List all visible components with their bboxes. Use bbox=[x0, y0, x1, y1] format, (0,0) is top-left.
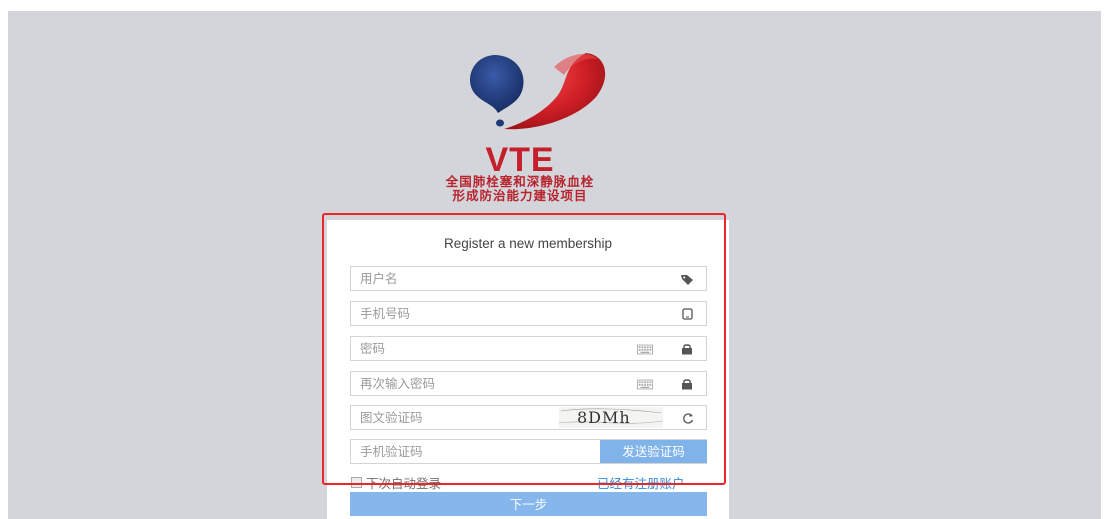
remember-checkbox[interactable] bbox=[351, 476, 362, 488]
captcha-text: 8DMh bbox=[577, 408, 631, 427]
confirm-password-field[interactable] bbox=[350, 371, 707, 396]
phone-field[interactable] bbox=[350, 301, 707, 326]
tag-icon bbox=[679, 271, 695, 287]
captcha-image[interactable]: 8DMh bbox=[559, 407, 663, 428]
phone-input[interactable] bbox=[351, 302, 640, 325]
lock-icon bbox=[679, 376, 695, 392]
brand-name: VTE bbox=[485, 141, 555, 179]
refresh-icon[interactable] bbox=[680, 410, 696, 426]
captcha-field[interactable]: 8DMh bbox=[350, 405, 707, 430]
keyboard-icon[interactable] bbox=[637, 341, 653, 357]
password-field[interactable] bbox=[350, 336, 707, 361]
captcha-input[interactable] bbox=[351, 406, 550, 429]
project-subtitle-line2: 形成防治能力建设项目 bbox=[452, 188, 588, 203]
mobile-icon bbox=[679, 306, 695, 322]
send-code-button[interactable]: 发送验证码 bbox=[600, 440, 707, 463]
form-title: Register a new membership bbox=[443, 236, 613, 251]
next-step-button[interactable]: 下一步 bbox=[350, 492, 707, 516]
sms-code-field[interactable]: 发送验证码 bbox=[350, 439, 707, 464]
keyboard-icon[interactable] bbox=[637, 376, 653, 392]
remember-label: 下次自动登录 bbox=[366, 476, 442, 491]
project-subtitle-line1: 全国肺栓塞和深静脉血栓 bbox=[445, 174, 595, 189]
username-field[interactable] bbox=[350, 266, 707, 291]
sms-code-input[interactable] bbox=[351, 440, 590, 463]
confirm-password-input[interactable] bbox=[351, 372, 640, 395]
remember-me[interactable]: 下次自动登录 bbox=[351, 474, 442, 491]
existing-account-link[interactable]: 已经有注册账户 bbox=[597, 473, 685, 492]
password-input[interactable] bbox=[351, 337, 640, 360]
vte-logo bbox=[470, 53, 606, 130]
lock-icon bbox=[679, 341, 695, 357]
username-input[interactable] bbox=[351, 267, 640, 290]
